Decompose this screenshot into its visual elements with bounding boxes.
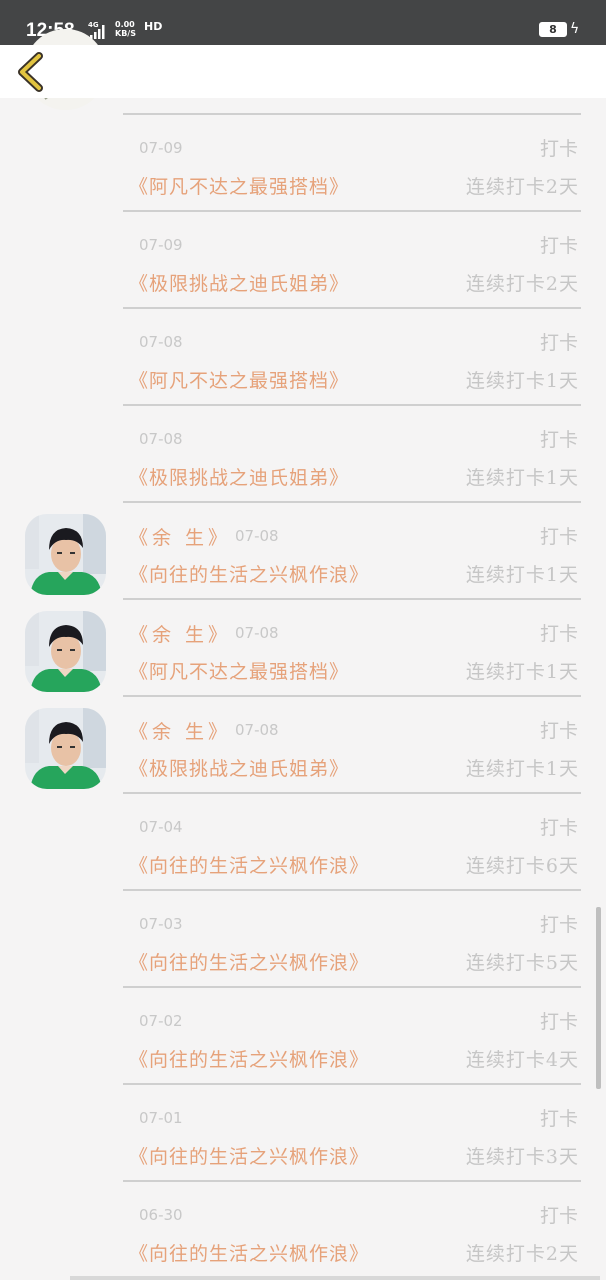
list-item[interactable]: 06-30 打卡《向往的生活之兴枫作浪》 连续打卡2天 [0, 1182, 606, 1279]
show-title[interactable]: 《阿凡不达之最强搭档》 [129, 657, 349, 684]
checkin-date: 07-08 [235, 527, 279, 545]
avatar[interactable] [25, 611, 106, 692]
username-link[interactable]: 《余 生》 [129, 620, 231, 647]
streak-count: 连续打卡2天 [465, 273, 579, 295]
list-item[interactable]: 07-08 打卡《极限挑战之迪氏姐弟》 连续打卡1天 [0, 406, 606, 503]
checkin-button[interactable]: 打卡 [540, 231, 578, 258]
username-link[interactable]: 《余 生》 [129, 717, 231, 744]
checkin-button[interactable]: 打卡 [540, 716, 578, 743]
streak-count: 连续打卡1天 [465, 758, 579, 780]
list-item[interactable]: 07-02 打卡《向往的生活之兴枫作浪》 连续打卡4天 [0, 988, 606, 1085]
checkin-button[interactable]: 打卡 [540, 328, 578, 355]
username-link[interactable]: 《余 生》 [129, 523, 231, 550]
show-title[interactable]: 《向往的生活之兴枫作浪》 [129, 851, 369, 878]
checkin-button[interactable]: 打卡 [540, 425, 578, 452]
checkin-button[interactable]: 打卡 [540, 619, 578, 646]
show-title[interactable]: 《向往的生活之兴枫作浪》 [129, 1045, 369, 1072]
show-title[interactable]: 《极限挑战之迪氏姐弟》 [129, 463, 349, 490]
checkin-button[interactable]: 打卡 [540, 1201, 578, 1228]
checkin-button[interactable]: 打卡 [540, 522, 578, 549]
bottom-divider [70, 1276, 600, 1280]
checkin-date: 07-03 [139, 915, 183, 933]
checkin-list[interactable]: 《极限挑战之迪氏姐弟》连续打卡1天07-09打卡《阿凡不达之最强搭档》连续打卡2… [0, 0, 606, 1280]
checkin-button[interactable]: 打卡 [540, 1007, 578, 1034]
list-item[interactable]: 07-03 打卡《向往的生活之兴枫作浪》 连续打卡5天 [0, 891, 606, 988]
checkin-date: 07-09 [139, 139, 183, 157]
checkin-date: 07-08 [139, 430, 183, 448]
checkin-date: 07-02 [139, 1012, 183, 1030]
top-bar [0, 45, 606, 98]
streak-count: 连续打卡2天 [465, 1243, 579, 1265]
list-item[interactable]: 07-04 打卡《向往的生活之兴枫作浪》 连续打卡6天 [0, 794, 606, 891]
checkin-button[interactable]: 打卡 [540, 813, 578, 840]
streak-count: 连续打卡1天 [465, 564, 579, 586]
checkin-date: 07-08 [235, 721, 279, 739]
list-item[interactable]: 07-01 打卡《向往的生活之兴枫作浪》 连续打卡3天 [0, 1085, 606, 1182]
checkin-date: 07-08 [235, 624, 279, 642]
checkin-button[interactable]: 打卡 [540, 134, 578, 161]
show-title[interactable]: 《向往的生活之兴枫作浪》 [129, 1239, 369, 1266]
streak-count: 连续打卡1天 [465, 467, 579, 489]
list-item[interactable]: 《余 生》 07-08 打卡《阿凡不达之最强搭档》 连续打卡1天 [0, 600, 606, 697]
scrollbar[interactable] [596, 907, 601, 1089]
list-item[interactable]: 07-09 打卡《极限挑战之迪氏姐弟》 连续打卡2天 [0, 212, 606, 309]
show-title[interactable]: 《极限挑战之迪氏姐弟》 [129, 754, 349, 781]
back-button[interactable] [14, 52, 54, 92]
checkin-date: 06-30 [139, 1206, 183, 1224]
checkin-button[interactable]: 打卡 [540, 910, 578, 937]
checkin-date: 07-04 [139, 818, 183, 836]
checkin-date: 07-09 [139, 236, 183, 254]
streak-count: 连续打卡1天 [465, 661, 579, 683]
show-title[interactable]: 《向往的生活之兴枫作浪》 [129, 1142, 369, 1169]
streak-count: 连续打卡6天 [465, 855, 579, 877]
streak-count: 连续打卡5天 [465, 952, 579, 974]
list-item[interactable]: 07-08 打卡《阿凡不达之最强搭档》 连续打卡1天 [0, 309, 606, 406]
checkin-button[interactable]: 打卡 [540, 1104, 578, 1131]
streak-count: 连续打卡3天 [465, 1146, 579, 1168]
show-title[interactable]: 《向往的生活之兴枫作浪》 [129, 948, 369, 975]
list-item[interactable]: 07-09 打卡《阿凡不达之最强搭档》 连续打卡2天 [0, 115, 606, 212]
show-title[interactable]: 《阿凡不达之最强搭档》 [129, 366, 349, 393]
avatar[interactable] [25, 708, 106, 789]
list-item[interactable]: 《余 生》 07-08 打卡《极限挑战之迪氏姐弟》 连续打卡1天 [0, 697, 606, 794]
show-title[interactable]: 《阿凡不达之最强搭档》 [129, 172, 349, 199]
avatar[interactable] [25, 514, 106, 595]
streak-count: 连续打卡1天 [465, 370, 579, 392]
streak-count: 连续打卡4天 [465, 1049, 579, 1071]
checkin-date: 07-08 [139, 333, 183, 351]
checkin-date: 07-01 [139, 1109, 183, 1127]
streak-count: 连续打卡2天 [465, 176, 579, 198]
show-title[interactable]: 《向往的生活之兴枫作浪》 [129, 560, 369, 587]
show-title[interactable]: 《极限挑战之迪氏姐弟》 [129, 269, 349, 296]
list-item[interactable]: 《余 生》 07-08 打卡《向往的生活之兴枫作浪》 连续打卡1天 [0, 503, 606, 600]
